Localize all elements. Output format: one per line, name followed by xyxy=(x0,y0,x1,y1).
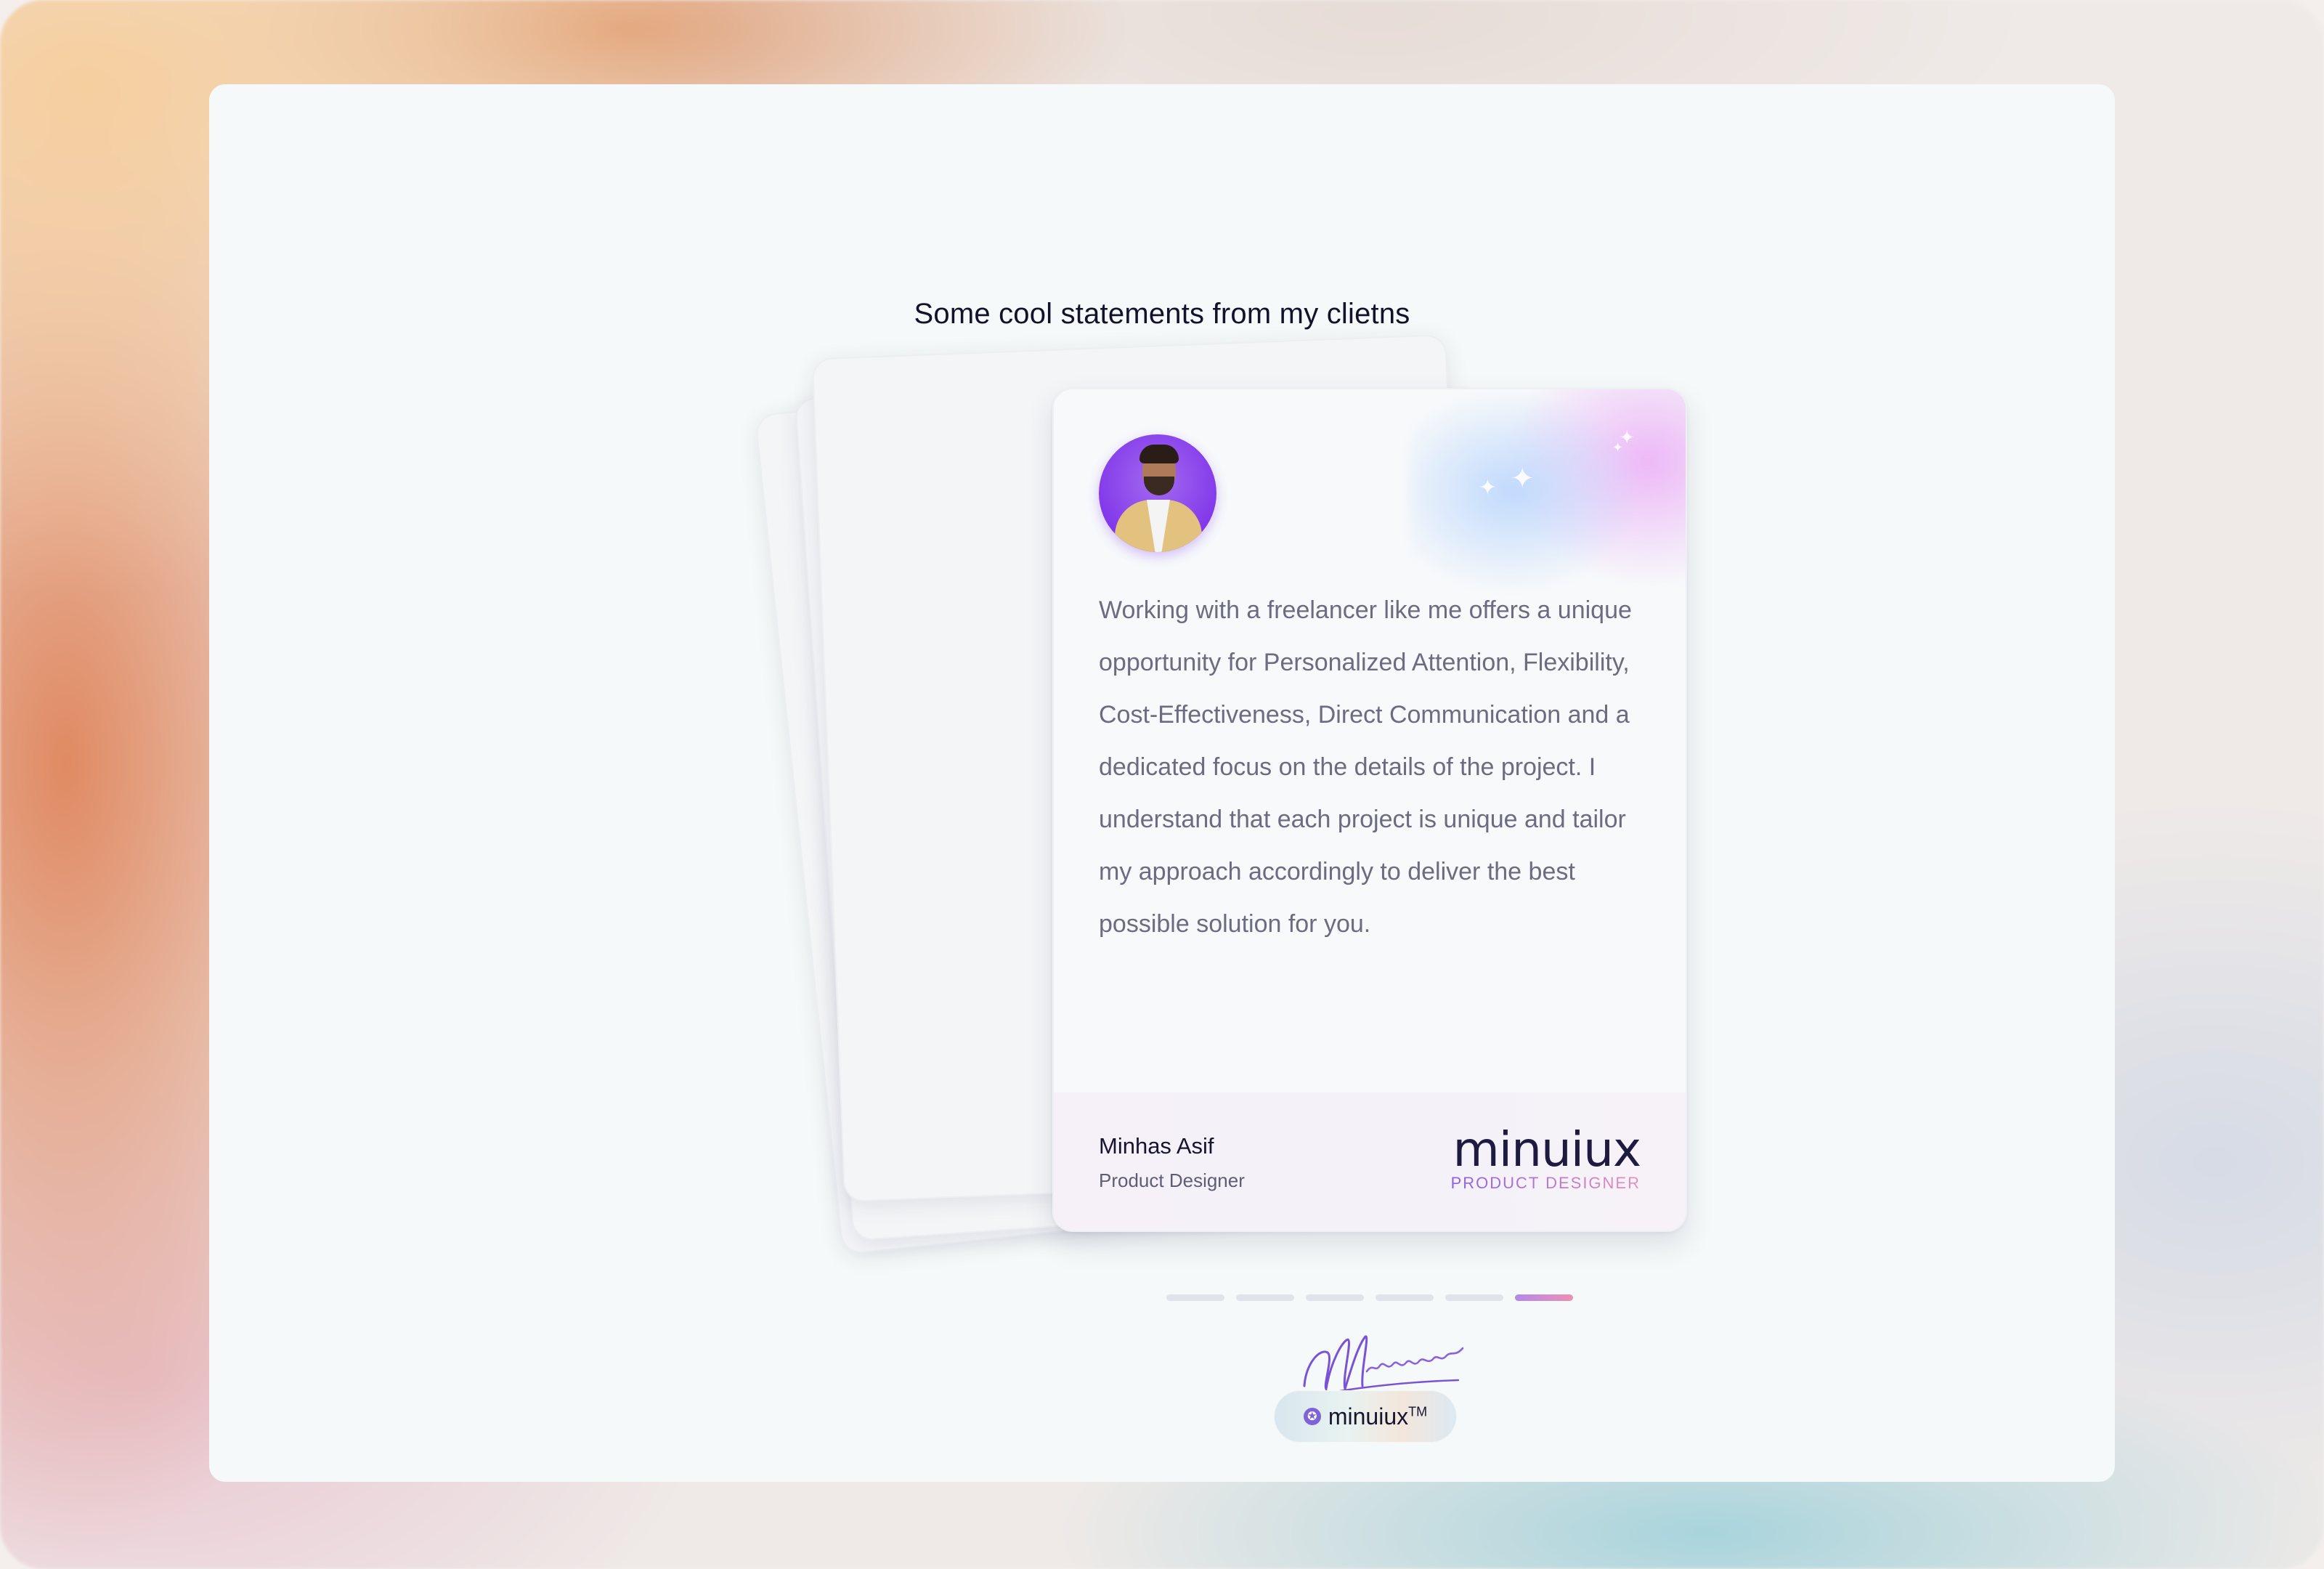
brand-logo-subtitle: PRODUCT DESIGNER xyxy=(1450,1174,1641,1192)
pager-dot-6[interactable] xyxy=(1515,1294,1573,1301)
sparkle-icon: ✦ xyxy=(1478,475,1497,500)
carousel-pager xyxy=(1166,1294,1573,1301)
avatar xyxy=(1099,434,1216,552)
brand-badge[interactable]: ✪ minuiuxTM xyxy=(1274,1390,1457,1443)
sparkle-icon: ✦ xyxy=(1612,440,1623,455)
testimonial-quote: Working with a freelancer like me offers… xyxy=(1099,596,1632,938)
pager-dot-2[interactable] xyxy=(1236,1294,1294,1301)
author-name: Minhas Asif xyxy=(1099,1133,1214,1159)
pager-dot-3[interactable] xyxy=(1306,1294,1364,1301)
badge-label: minuiux xyxy=(1328,1403,1409,1430)
brand-logo-word: minuiux xyxy=(1452,1122,1641,1177)
trademark-mark: TM xyxy=(1408,1403,1428,1419)
main-panel: Some cool statements from my clietns ✦ ✦… xyxy=(209,84,2115,1482)
card-footer: Minhas Asif Product Designer minuiux PRO… xyxy=(1054,1092,1686,1231)
card-glow-decoration xyxy=(1410,389,1686,593)
testimonial-card[interactable]: ✦ ✦ ✦ ✦ Working with a freelancer like m… xyxy=(1052,388,1687,1232)
sparkle-icon: ✦ xyxy=(1510,462,1535,495)
pager-dot-4[interactable] xyxy=(1376,1294,1434,1301)
pager-dot-5[interactable] xyxy=(1445,1294,1503,1301)
star-badge-icon: ✪ xyxy=(1303,1408,1321,1425)
author-role: Product Designer xyxy=(1099,1169,1245,1191)
brand-logo: minuiux PRODUCT DESIGNER xyxy=(1450,1122,1641,1193)
pager-dot-1[interactable] xyxy=(1166,1294,1224,1301)
section-heading: Some cool statements from my clietns xyxy=(914,298,1410,330)
